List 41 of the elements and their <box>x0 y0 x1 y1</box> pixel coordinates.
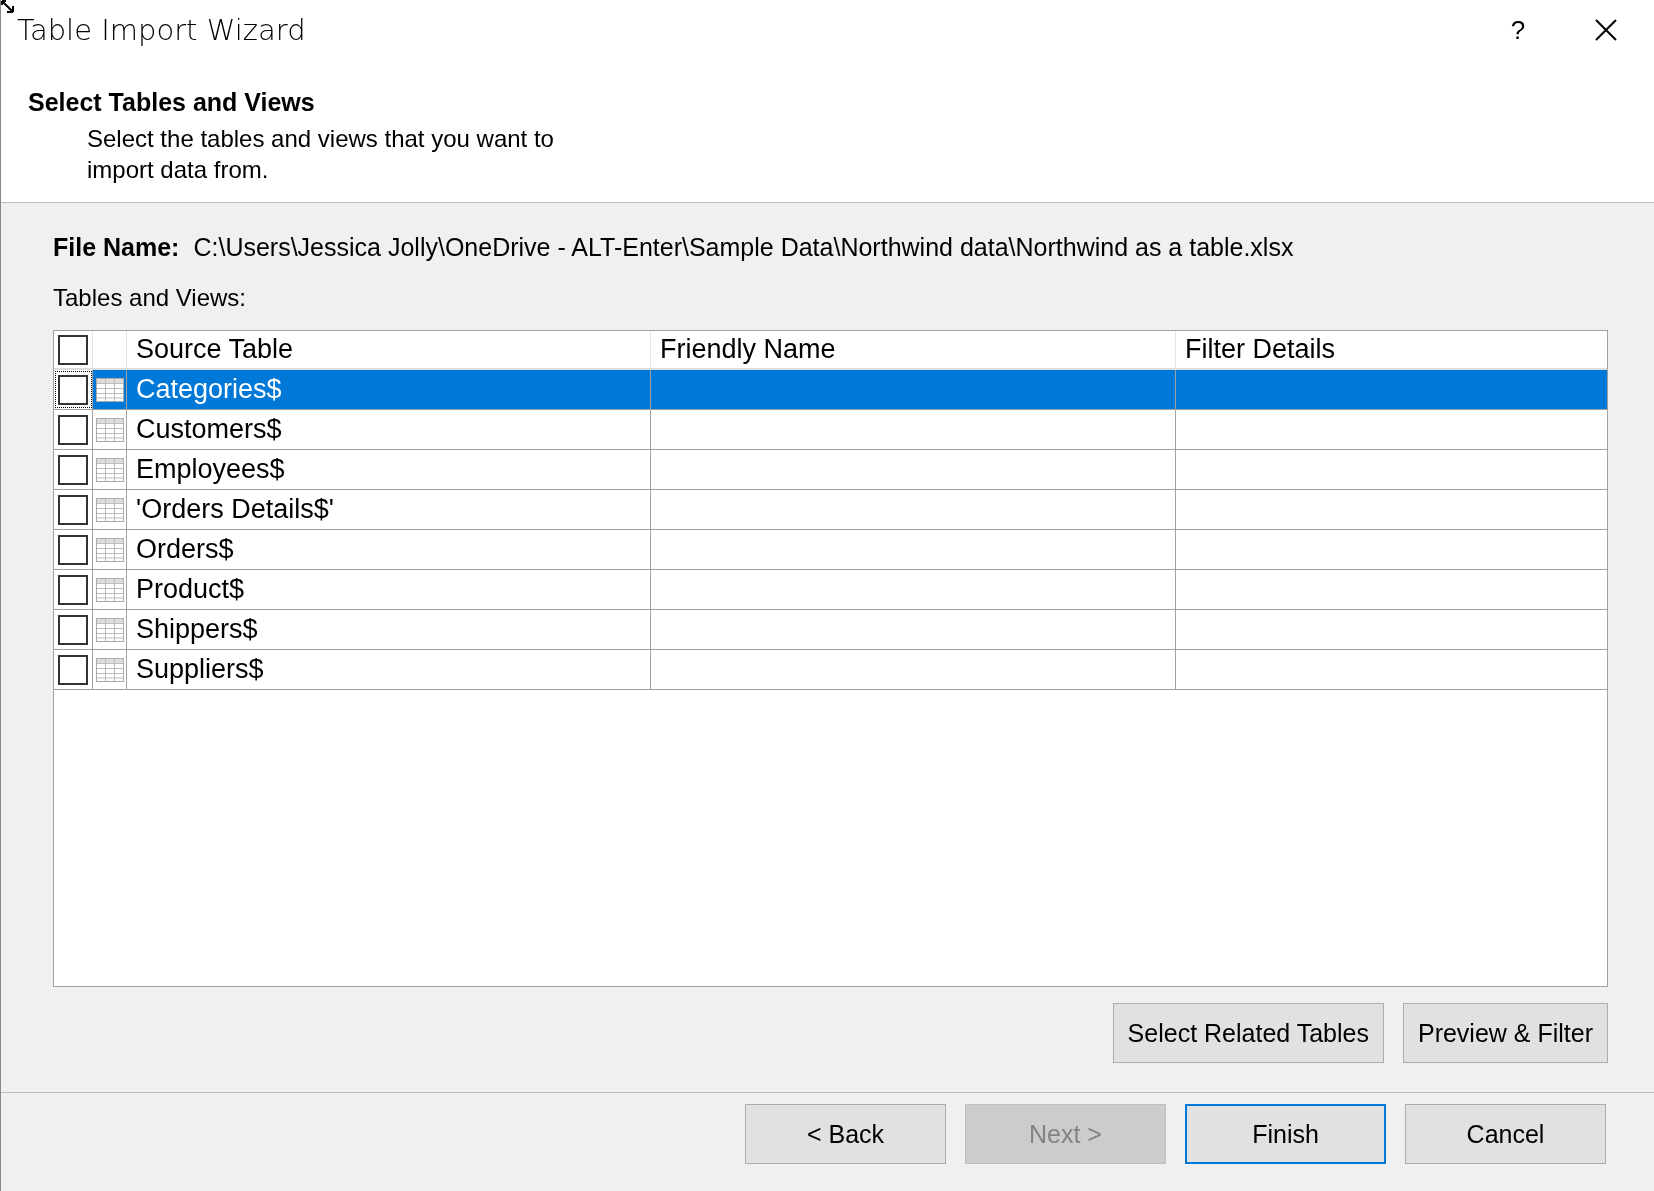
table-icon <box>95 537 124 562</box>
table-action-button[interactable]: Select Related Tables <box>1112 1003 1384 1063</box>
step-description: Select the tables and views that you want to import data from. <box>87 124 555 185</box>
table-name-cell[interactable]: Orders$ <box>127 530 651 569</box>
checkbox[interactable] <box>58 654 88 685</box>
table-icon <box>95 657 124 682</box>
checkbox[interactable] <box>58 414 88 445</box>
table-icon <box>95 577 124 602</box>
step-title: Select Tables and Views <box>28 88 316 117</box>
table-icon <box>95 497 124 522</box>
table-name-cell[interactable]: Employees$ <box>127 450 651 489</box>
column-header[interactable]: Filter Details <box>1176 331 1607 368</box>
table-icon <box>95 617 124 642</box>
close-icon[interactable] <box>1594 18 1618 42</box>
help-button[interactable]: ? <box>1498 14 1538 46</box>
table-name-cell[interactable]: Suppliers$ <box>127 650 651 689</box>
checkbox[interactable] <box>58 574 88 605</box>
tables-label: Tables and Views: <box>53 284 247 312</box>
table-icon <box>95 417 124 442</box>
column-header[interactable]: Friendly Name <box>651 331 1176 368</box>
wizard-nav-button[interactable]: Cancel <box>1405 1104 1606 1164</box>
table-icon <box>95 457 124 482</box>
column-header[interactable]: Source Table <box>127 331 651 368</box>
table-name-cell[interactable]: Categories$ <box>127 370 651 409</box>
file-path: C:\Users\Jessica Jolly\OneDrive - ALT-Enter\Sample Data\Northwind data\Northwind as a table.xlsx <box>193 233 1294 262</box>
window-title: Table Import Wizard <box>17 13 307 47</box>
checkbox[interactable] <box>58 494 88 525</box>
checkbox[interactable] <box>58 534 88 565</box>
file-name-label: File Name: <box>53 233 180 262</box>
table-name-cell[interactable]: 'Orders Details$' <box>127 490 651 529</box>
checkbox[interactable] <box>58 454 88 485</box>
wizard-nav-button[interactable]: Finish <box>1185 1104 1386 1164</box>
cursor-icon <box>1 0 15 14</box>
table-name-cell[interactable]: Customers$ <box>127 410 651 449</box>
wizard-nav-button[interactable]: < Back <box>745 1104 946 1164</box>
table-action-button[interactable]: Preview & Filter <box>1402 1003 1608 1063</box>
table-name-cell[interactable]: Shippers$ <box>127 610 651 649</box>
checkbox[interactable] <box>58 334 88 365</box>
checkbox[interactable] <box>58 374 88 405</box>
table-name-cell[interactable]: Product$ <box>127 570 651 609</box>
checkbox[interactable] <box>58 614 88 645</box>
